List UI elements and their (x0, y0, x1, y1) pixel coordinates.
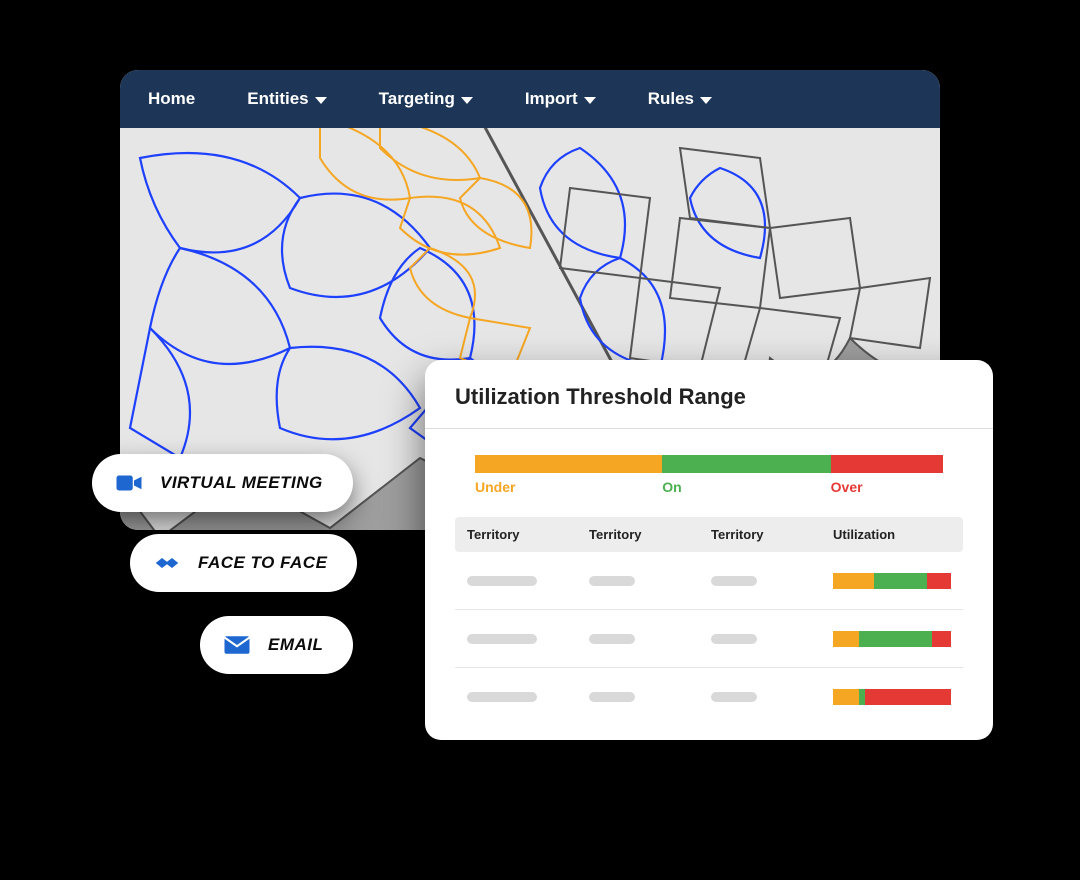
divider (425, 428, 993, 429)
threshold-range-labels: Under On Over (475, 479, 943, 495)
video-camera-icon (114, 468, 144, 498)
utilization-card: Utilization Threshold Range Under On Ove… (425, 360, 993, 740)
handshake-icon (152, 548, 182, 578)
utilization-bar (833, 689, 951, 705)
nav-import[interactable]: Import (525, 89, 596, 109)
channel-pill-label: EMAIL (268, 635, 323, 655)
col-territory-3: Territory (699, 517, 821, 552)
placeholder-bar (589, 692, 635, 702)
util-seg (927, 573, 951, 589)
utilization-title: Utilization Threshold Range (455, 384, 963, 410)
table-row[interactable] (455, 668, 963, 726)
nav-rules-label: Rules (648, 89, 694, 109)
nav-home[interactable]: Home (148, 89, 195, 109)
nav-entities[interactable]: Entities (247, 89, 326, 109)
nav-targeting[interactable]: Targeting (379, 89, 473, 109)
range-label-on: On (662, 479, 830, 495)
territory-cell (577, 682, 699, 712)
nav-import-label: Import (525, 89, 578, 109)
channel-pill-label: VIRTUAL MEETING (160, 473, 323, 493)
utilization-bar (833, 631, 951, 647)
channel-pill-face-to-face[interactable]: FACE TO FACE (130, 534, 357, 592)
range-seg-on (662, 455, 830, 473)
placeholder-bar (467, 576, 537, 586)
util-seg (859, 631, 932, 647)
territory-cell (699, 682, 821, 712)
range-label-under: Under (475, 479, 662, 495)
threshold-range-bar (475, 455, 943, 473)
placeholder-bar (589, 634, 635, 644)
utilization-bar (833, 573, 951, 589)
channel-pill-virtual-meeting[interactable]: VIRTUAL MEETING (92, 454, 353, 512)
util-seg (932, 631, 951, 647)
placeholder-bar (467, 634, 537, 644)
col-utilization: Utilization (821, 517, 963, 552)
util-seg (833, 689, 859, 705)
table-row[interactable] (455, 610, 963, 668)
territory-cell (455, 566, 577, 596)
utilization-cell (821, 679, 963, 715)
utilization-cell (821, 563, 963, 599)
table-header: Territory Territory Territory Utilizatio… (455, 517, 963, 552)
channel-pill-label: FACE TO FACE (198, 553, 327, 573)
nav-rules[interactable]: Rules (648, 89, 712, 109)
navbar: Home Entities Targeting Import Rules (120, 70, 940, 128)
chevron-down-icon (700, 97, 712, 104)
territory-cell (699, 624, 821, 654)
utilization-table: Territory Territory Territory Utilizatio… (455, 517, 963, 726)
nav-entities-label: Entities (247, 89, 308, 109)
territory-cell (455, 682, 577, 712)
util-seg (833, 573, 874, 589)
nav-targeting-label: Targeting (379, 89, 455, 109)
nav-home-label: Home (148, 89, 195, 109)
utilization-cell (821, 621, 963, 657)
util-seg (833, 631, 859, 647)
territory-cell (577, 566, 699, 596)
territory-cell (699, 566, 821, 596)
chevron-down-icon (584, 97, 596, 104)
col-territory-2: Territory (577, 517, 699, 552)
util-seg (874, 573, 927, 589)
range-seg-over (831, 455, 943, 473)
territory-cell (455, 624, 577, 654)
placeholder-bar (711, 692, 757, 702)
placeholder-bar (711, 576, 757, 586)
territory-cell (577, 624, 699, 654)
table-row[interactable] (455, 552, 963, 610)
placeholder-bar (589, 576, 635, 586)
col-territory-1: Territory (455, 517, 577, 552)
placeholder-bar (711, 634, 757, 644)
placeholder-bar (467, 692, 537, 702)
range-label-over: Over (831, 479, 943, 495)
envelope-icon (222, 630, 252, 660)
channel-pill-email[interactable]: EMAIL (200, 616, 353, 674)
chevron-down-icon (315, 97, 327, 104)
chevron-down-icon (461, 97, 473, 104)
range-seg-under (475, 455, 662, 473)
util-seg (865, 689, 951, 705)
